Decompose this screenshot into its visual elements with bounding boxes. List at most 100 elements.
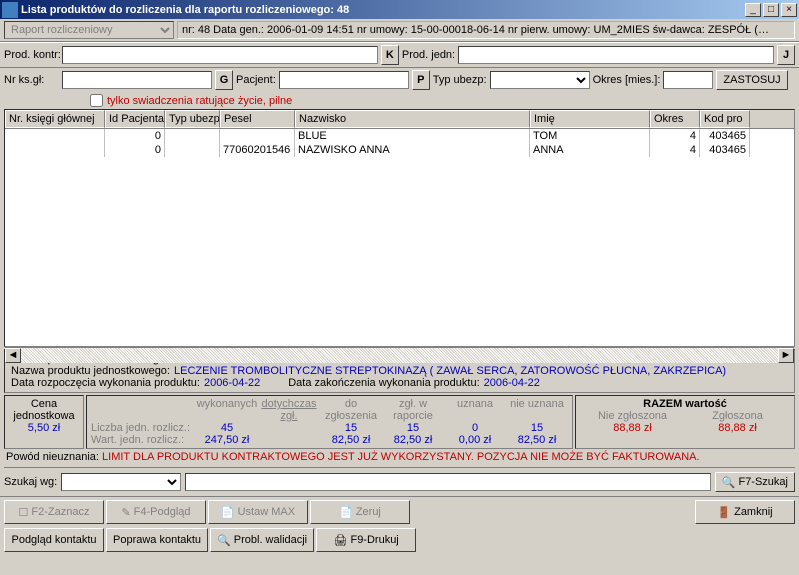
zamknij-button[interactable]: 🚪Zamknij	[695, 500, 795, 524]
stats-col-header: dotychczas zgł.	[258, 398, 320, 422]
window-title: Lista produktów do rozliczenia dla rapor…	[21, 4, 743, 16]
pilne-checkbox[interactable]	[90, 94, 103, 107]
app-icon	[2, 2, 18, 18]
pacjent-label: Pacjent:	[236, 74, 276, 86]
filter-row-2: Nr ks.gł: G Pacjent: P Typ ubezp: Okres …	[0, 68, 799, 92]
data-zak-label: Data zakończenia wykonania produktu:	[288, 377, 479, 389]
search-row: Szukaj wg: 🔍 F7-Szukaj	[4, 467, 795, 492]
column-header[interactable]: Imię	[530, 110, 650, 128]
edit-icon: ✎	[121, 506, 130, 519]
razem-label: RAZEM wartość	[580, 398, 790, 410]
stats-col-header: do zgłoszenia	[320, 398, 382, 422]
exit-icon: 🚪	[717, 506, 731, 519]
prod-jedn-label: Prod. jedn:	[402, 49, 455, 61]
summary-panel: Cena jednostkowa 5,50 zł wykonanychdotyc…	[4, 395, 795, 449]
liczba-label: Liczba jedn. rozlicz.:	[91, 422, 196, 434]
check-icon: ☐	[19, 506, 29, 519]
scroll-track[interactable]	[21, 348, 778, 363]
typ-ubezp-label: Typ ubezp:	[433, 74, 487, 86]
okres-input[interactable]	[663, 71, 713, 89]
minimize-button[interactable]: _	[745, 3, 761, 17]
close-button[interactable]: ×	[781, 3, 797, 17]
poprawa-kontaktu-button[interactable]: Poprawa kontaktu	[106, 528, 208, 552]
stats-col-header: uznana	[444, 398, 506, 422]
powod-label: Powód nieuznania:	[6, 451, 99, 463]
titlebar: Lista produktów do rozliczenia dla rapor…	[0, 0, 799, 19]
prod-jedn-input[interactable]	[458, 46, 774, 64]
okres-label: Okres [mies.]:	[593, 74, 661, 86]
column-header[interactable]: Okres	[650, 110, 700, 128]
stats-col-header: wykonanych	[196, 398, 258, 422]
data-grid[interactable]: Nr. księgi głównejId PacjentaTyp ubezp.P…	[4, 109, 795, 347]
ustaw-max-button[interactable]: 📄Ustaw MAX	[208, 500, 308, 524]
nr-ks-g-button[interactable]: G	[215, 70, 233, 90]
scroll-right-icon[interactable]: ►	[778, 348, 794, 363]
data-zak-value: 2006-04-22	[484, 377, 540, 389]
nie-zgl-value: 88,88 zł	[580, 422, 685, 434]
raport-select[interactable]: Raport rozliczeniowy	[4, 21, 174, 39]
f9-drukuj-button[interactable]: 🖨F9-Drukuj	[316, 528, 416, 552]
nazwa-jedn-value: LECZENIE TROMBOLITYCZNE STREPTOKINAZĄ ( …	[174, 365, 726, 377]
nazwa-jedn-label: Nazwa produktu jednostkowego:	[11, 365, 170, 377]
podglad-kontaktu-button[interactable]: Podgląd kontaktu	[4, 528, 104, 552]
table-row[interactable]: 0BLUETOM4403465	[5, 129, 794, 143]
cena-box: Cena jednostkowa 5,50 zł	[4, 395, 84, 449]
magnify-icon: 🔍	[217, 534, 231, 547]
column-header[interactable]: Nazwisko	[295, 110, 530, 128]
column-header[interactable]: Pesel	[220, 110, 295, 128]
data-rozp-label: Data rozpoczęcia wykonania produktu:	[11, 377, 200, 389]
search-button[interactable]: 🔍 F7-Szukaj	[715, 472, 795, 492]
f2-zaznacz-button[interactable]: ☐F2-Zaznacz	[4, 500, 104, 524]
checkbox-row: tylko swiadczenia ratujące życie, pilne	[0, 92, 799, 109]
stats-box: wykonanychdotychczas zgł.do zgłoszeniazg…	[86, 395, 573, 449]
zgl-value: 88,88 zł	[685, 422, 790, 434]
table-row[interactable]: 077060201546NAZWISKO ANNAANNA4403465	[5, 143, 794, 157]
nr-ks-label: Nr ks.gł:	[4, 74, 59, 86]
search-by-select[interactable]	[61, 473, 181, 491]
grid-header: Nr. księgi głównejId PacjentaTyp ubezp.P…	[5, 110, 794, 129]
nr-ks-input[interactable]	[62, 71, 212, 89]
razem-box: RAZEM wartość Nie zgłoszona 88,88 zł Zgł…	[575, 395, 795, 449]
horizontal-scrollbar[interactable]: ◄ ►	[5, 347, 794, 363]
stats-col-header: zgł. w raporcie	[382, 398, 444, 422]
pacjent-input[interactable]	[279, 71, 409, 89]
pacjent-p-button[interactable]: P	[412, 70, 430, 90]
report-info: nr: 48 Data gen.: 2006-01-09 14:51 nr um…	[177, 21, 795, 39]
prod-kontr-k-button[interactable]: K	[381, 45, 399, 65]
stats-header: wykonanychdotychczas zgł.do zgłoszeniazg…	[91, 398, 568, 422]
zeruj-button[interactable]: 📄Zeruj	[310, 500, 410, 524]
cena-value: 5,50 zł	[9, 422, 79, 434]
data-rozp-value: 2006-04-22	[204, 377, 260, 389]
zastosuj-button[interactable]: ZASTOSUJ	[716, 70, 787, 90]
zgl-label: Zgłoszona	[685, 410, 790, 422]
maximize-button[interactable]: □	[763, 3, 779, 17]
column-header[interactable]: Nr. księgi głównej	[5, 110, 105, 128]
search-icon: 🔍	[722, 476, 736, 489]
pilne-label: tylko swiadczenia ratujące życie, pilne	[107, 95, 292, 107]
doc-icon: 📄	[221, 506, 235, 519]
wart-label: Wart. jedn. rozlicz.:	[91, 434, 196, 446]
typ-ubezp-select[interactable]	[490, 71, 590, 89]
powod-value: LIMIT DLA PRODUKTU KONTRAKTOWEGO JEST JU…	[102, 451, 700, 463]
toolbar-top: Raport rozliczeniowy nr: 48 Data gen.: 2…	[0, 19, 799, 42]
bottom-toolbar: ☐F2-Zaznacz ✎F4-Podgląd 📄Ustaw MAX 📄Zeru…	[0, 496, 799, 555]
grid-body[interactable]: 0BLUETOM4403465077060201546NAZWISKO ANNA…	[5, 129, 794, 347]
column-header[interactable]: Typ ubezp.	[165, 110, 220, 128]
scroll-left-icon[interactable]: ◄	[5, 348, 21, 363]
stats-col-header: nie uznana	[506, 398, 568, 422]
column-header[interactable]: Kod pro	[700, 110, 750, 128]
prod-kontr-label: Prod. kontr:	[4, 49, 59, 61]
prod-kontr-input[interactable]	[62, 46, 378, 64]
column-header[interactable]: Id Pacjenta	[105, 110, 165, 128]
f4-podglad-button[interactable]: ✎F4-Podgląd	[106, 500, 206, 524]
search-input[interactable]	[185, 473, 711, 491]
print-icon: 🖨	[334, 534, 348, 547]
powod-row: Powód nieuznania: LIMIT DLA PRODUKTU KON…	[6, 451, 793, 463]
cena-label: Cena jednostkowa	[9, 398, 79, 422]
search-label: Szukaj wg:	[4, 476, 57, 488]
nie-zgl-label: Nie zgłoszona	[580, 410, 685, 422]
prod-jedn-j-button[interactable]: J	[777, 45, 795, 65]
filter-row-1: Prod. kontr: K Prod. jedn: J	[0, 42, 799, 68]
doc-icon: 📄	[339, 506, 353, 519]
probl-walidacji-button[interactable]: 🔍Probl. walidacji	[210, 528, 314, 552]
